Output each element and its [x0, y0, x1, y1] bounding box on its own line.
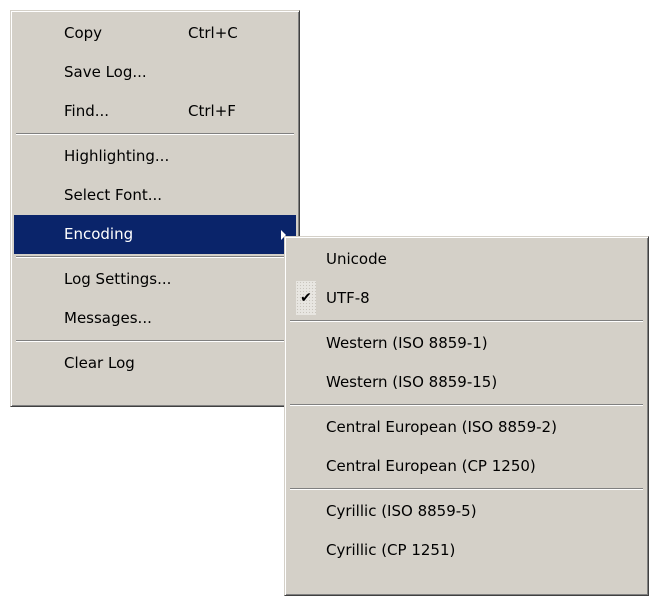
- check-icon: ✔: [296, 281, 316, 315]
- encoding-item-western-iso-8859-15[interactable]: Western (ISO 8859-15): [288, 363, 645, 402]
- encoding-submenu: Unicode ✔ UTF-8 Western (ISO 8859-1) Wes…: [284, 236, 649, 596]
- encoding-item-central-cp-1250[interactable]: Central European (CP 1250): [288, 447, 645, 486]
- menu-item-label: Save Log...: [64, 63, 147, 81]
- menu-item-label: Copy: [64, 24, 103, 42]
- menu-item-label: Encoding: [64, 225, 134, 243]
- menu-item-label: Log Settings...: [64, 270, 172, 288]
- menu-item-highlighting[interactable]: Highlighting...: [14, 137, 296, 176]
- menu-item-label: Cyrillic (ISO 8859-5): [326, 502, 477, 520]
- menu-item-messages[interactable]: Messages...: [14, 299, 296, 338]
- menu-item-save-log[interactable]: Save Log...: [14, 53, 296, 92]
- menu-item-shortcut: Ctrl+C: [188, 24, 238, 42]
- menu-separator: [16, 256, 294, 258]
- encoding-item-central-iso-8859-2[interactable]: Central European (ISO 8859-2): [288, 408, 645, 447]
- menu-item-label: Select Font...: [64, 186, 163, 204]
- menu-item-label: Unicode: [326, 250, 387, 268]
- encoding-item-cyrillic-cp-1251[interactable]: Cyrillic (CP 1251): [288, 531, 645, 570]
- log-context-menu: Copy Ctrl+C Save Log... Find... Ctrl+F H…: [10, 10, 300, 407]
- menu-item-label: Western (ISO 8859-1): [326, 334, 488, 352]
- menu-item-label: Cyrillic (CP 1251): [326, 541, 456, 559]
- encoding-item-unicode[interactable]: Unicode: [288, 240, 645, 279]
- menu-item-label: Central European (CP 1250): [326, 457, 536, 475]
- encoding-item-cyrillic-iso-8859-5[interactable]: Cyrillic (ISO 8859-5): [288, 492, 645, 531]
- menu-item-copy[interactable]: Copy Ctrl+C: [14, 14, 296, 53]
- menu-item-find[interactable]: Find... Ctrl+F: [14, 92, 296, 131]
- menu-item-clear-log[interactable]: Clear Log: [14, 344, 296, 383]
- menu-item-label: Messages...: [64, 309, 152, 327]
- menu-separator: [16, 340, 294, 342]
- menu-separator: [290, 404, 643, 406]
- menu-item-label: Find...: [64, 102, 110, 120]
- encoding-item-utf8[interactable]: ✔ UTF-8: [288, 279, 645, 318]
- menu-item-label: UTF-8: [326, 289, 370, 307]
- menu-separator: [290, 320, 643, 322]
- menu-separator: [16, 133, 294, 135]
- menu-item-encoding[interactable]: Encoding: [14, 215, 296, 254]
- menu-item-select-font[interactable]: Select Font...: [14, 176, 296, 215]
- menu-separator: [290, 488, 643, 490]
- encoding-item-western-iso-8859-1[interactable]: Western (ISO 8859-1): [288, 324, 645, 363]
- menu-item-label: Clear Log: [64, 354, 135, 372]
- menu-item-log-settings[interactable]: Log Settings...: [14, 260, 296, 299]
- menu-item-label: Central European (ISO 8859-2): [326, 418, 557, 436]
- menu-item-shortcut: Ctrl+F: [188, 102, 236, 120]
- menu-item-label: Western (ISO 8859-15): [326, 373, 498, 391]
- menu-item-label: Highlighting...: [64, 147, 170, 165]
